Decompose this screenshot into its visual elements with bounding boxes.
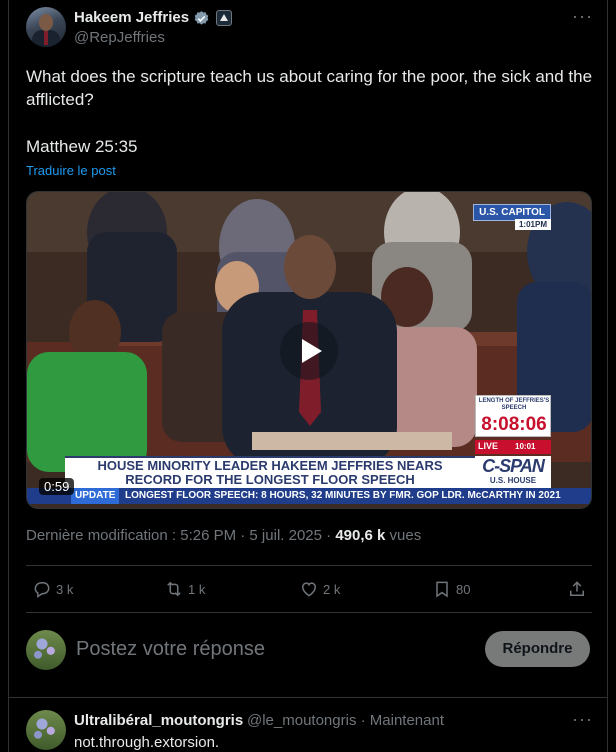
like-count: 2 k xyxy=(323,581,341,597)
user-avatar[interactable] xyxy=(26,630,66,670)
divider xyxy=(26,565,592,566)
headline-line-1: HOUSE MINORITY LEADER HAKEEM JEFFRIES NE… xyxy=(97,458,443,473)
bookmark-count: 80 xyxy=(456,581,471,597)
ticker-text: LONGEST FLOOR SPEECH: 8 HOURS, 32 MINUTE… xyxy=(125,490,561,501)
author-handle[interactable]: @RepJeffries xyxy=(74,29,165,46)
post-meta: Dernière modification : 5:26 PM · 5 juil… xyxy=(26,527,421,544)
more-icon[interactable]: ··· xyxy=(572,7,592,31)
reply-action[interactable]: 3 k xyxy=(32,578,73,600)
network-sub: U.S. HOUSE xyxy=(489,476,537,485)
bookmark-action[interactable]: 80 xyxy=(432,578,470,600)
post-card: Hakeem Jeffries @RepJeffries ··· What do… xyxy=(8,0,608,697)
reply-input[interactable]: Postez votre réponse xyxy=(76,638,265,661)
headline-line-2: RECORD FOR THE LONGEST FLOOR SPEECH xyxy=(125,472,415,487)
post-reference: Matthew 25:35 xyxy=(26,137,138,156)
reply-count: 3 k xyxy=(56,581,74,597)
comment-meta[interactable]: @le_moutongris · Maintenant xyxy=(247,712,444,729)
repost-count: 1 k xyxy=(188,581,206,597)
post-text: What does the scripture teach us about c… xyxy=(26,67,593,109)
government-badge-icon xyxy=(216,10,232,26)
speech-length-label: LENGTH OF JEFFRIES'S SPEECH xyxy=(478,398,550,411)
divider xyxy=(26,612,592,613)
views-label: vues xyxy=(385,527,422,544)
video-duration: 0:59 xyxy=(39,478,75,495)
reply-button[interactable]: Répondre xyxy=(485,631,590,667)
comment-text: not.through.extorsion. xyxy=(74,734,220,751)
live-bar: LIVE 10:01 xyxy=(475,440,551,454)
comment-author-name[interactable]: Ultralibéral_moutongris xyxy=(74,712,243,729)
headline: HOUSE MINORITY LEADER HAKEEM JEFFRIES NE… xyxy=(69,459,471,487)
network-name: C-SPAN xyxy=(482,456,545,476)
comment-avatar[interactable] xyxy=(26,710,66,750)
post-timestamp[interactable]: Dernière modification : 5:26 PM · 5 juil… xyxy=(26,527,335,544)
play-button[interactable] xyxy=(280,322,338,380)
views-count: 490,6 k xyxy=(335,527,386,544)
ticker-tag: UPDATE xyxy=(71,488,120,504)
verified-icon xyxy=(194,11,209,25)
translate-link[interactable]: Traduire le post xyxy=(26,163,116,178)
author-name[interactable]: Hakeem Jeffries xyxy=(74,9,189,26)
repost-action[interactable]: 1 k xyxy=(164,578,205,600)
like-icon xyxy=(301,582,317,597)
reply-icon xyxy=(34,582,50,598)
capitol-time: 1:01PM xyxy=(514,219,551,230)
live-time: 10:01 xyxy=(515,442,536,451)
play-icon xyxy=(302,339,322,363)
reply-card[interactable]: Ultralibéral_moutongris @le_moutongris ·… xyxy=(8,697,608,752)
more-icon[interactable]: ··· xyxy=(572,710,592,734)
network-logo: C-SPAN U.S. HOUSE xyxy=(475,456,551,488)
share-icon xyxy=(570,581,584,596)
repost-icon xyxy=(167,581,181,597)
author-avatar[interactable] xyxy=(26,7,66,47)
live-label: LIVE xyxy=(478,441,499,451)
bookmark-icon xyxy=(436,581,448,598)
lower-third: HOUSE MINORITY LEADER HAKEEM JEFFRIES NE… xyxy=(65,456,475,488)
news-ticker: UPDATE LONGEST FLOOR SPEECH: 8 HOURS, 32… xyxy=(27,488,591,504)
video-player[interactable]: U.S. CAPITOL 1:01PM LENGTH OF JEFFRIES'S… xyxy=(26,191,592,509)
speech-length-value: 8:08:06 xyxy=(481,414,547,435)
like-action[interactable]: 2 k xyxy=(299,578,340,600)
share-action[interactable] xyxy=(567,578,591,600)
speech-length-box: LENGTH OF JEFFRIES'S SPEECH 8:08:06 xyxy=(475,395,551,437)
